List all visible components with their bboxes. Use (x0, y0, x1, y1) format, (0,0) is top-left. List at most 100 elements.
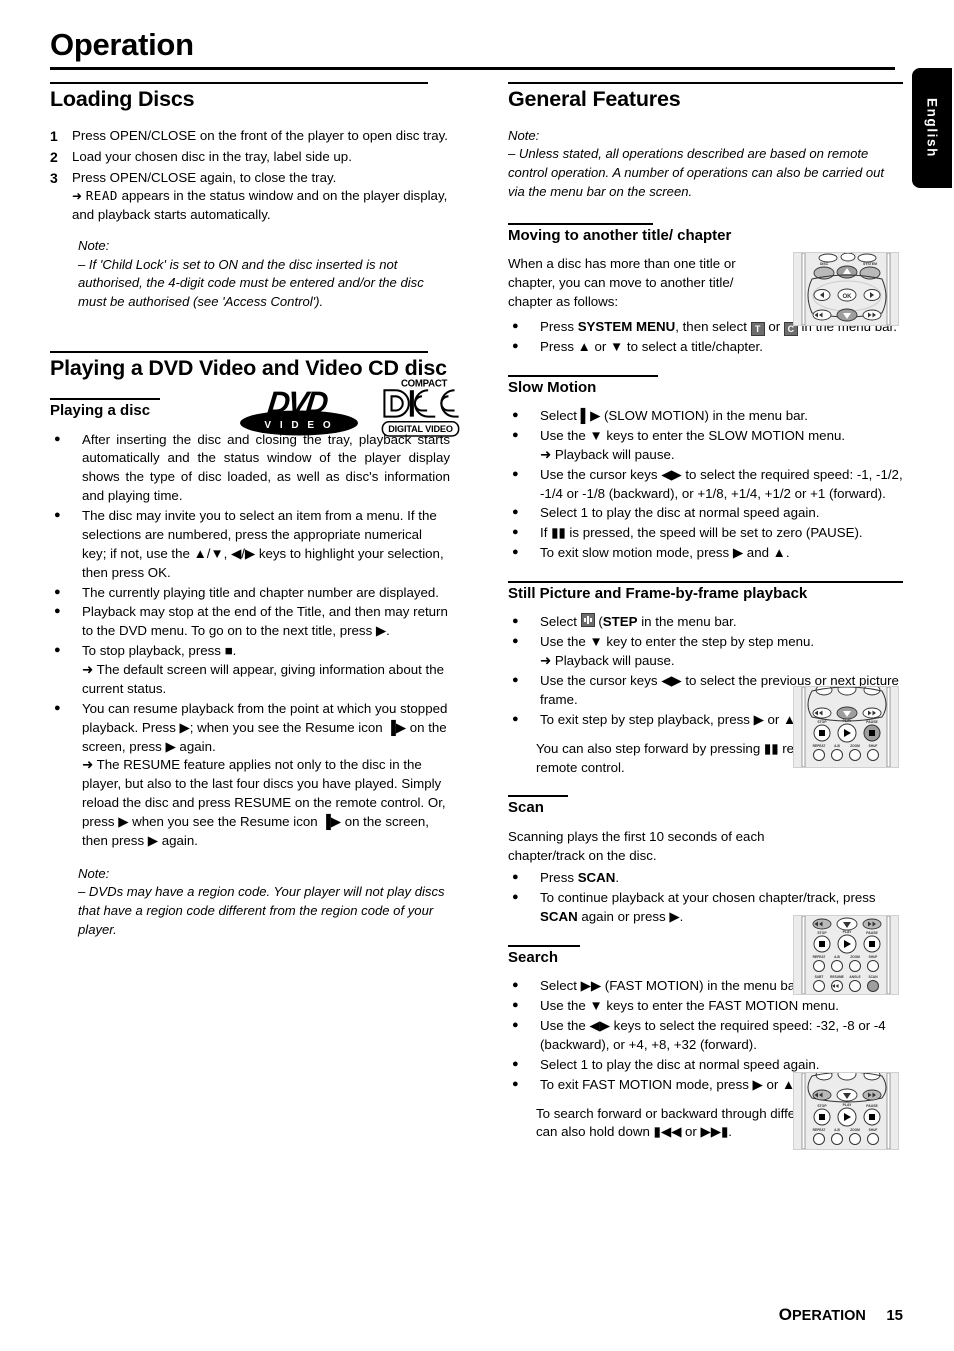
bullet-text: Select (STEP in the menu bar. (540, 613, 737, 630)
svg-text:REPEAT: REPEAT (813, 955, 826, 959)
svg-text:REPEAT: REPEAT (813, 744, 826, 748)
remote-control-transport-image: STOP PLAY PAUSE REPEAT A-B ZOOM SHUF (793, 686, 899, 768)
list-item: 3 Press OPEN/CLOSE again, to close the t… (50, 169, 450, 226)
bullet-label: You can resume playback from the point a… (82, 700, 448, 754)
bullet-text: You can resume playback from the point a… (82, 700, 450, 851)
page-number: 15 (886, 1307, 903, 1324)
svg-text:PLAY: PLAY (843, 1103, 852, 1107)
list-item: ● Use the ▼ keys to enter the FAST MOTIO… (508, 997, 903, 1016)
bullet-icon: ● (512, 506, 519, 519)
disc-format-logos: V I D E O DVD COMPACT DIGITAL VIDEO (238, 379, 460, 452)
bullet-suffix: . (615, 870, 620, 886)
bullet-icon: ● (54, 509, 61, 522)
playing-a-disc-bullets: ● After inserting the disc and closing t… (50, 431, 450, 851)
language-tab: English (912, 68, 952, 188)
bullet-text: Select 1 to play the disc at normal spee… (540, 505, 820, 521)
step-label: STEP (602, 614, 638, 630)
svg-text:PAUSE: PAUSE (866, 1104, 878, 1108)
bullet-icon: ● (512, 320, 519, 333)
bullet-result-text: ➜ Playback will pause. (540, 446, 675, 462)
loading-discs-note: Note: – If 'Child Lock' is set to ON and… (78, 237, 450, 311)
left-column: Loading Discs 1 Press OPEN/CLOSE on the … (50, 82, 450, 945)
svg-text:ZOOM: ZOOM (850, 955, 860, 959)
svg-text:ZOOM: ZOOM (850, 1128, 860, 1132)
scan-intro: Scanning plays the first 10 seconds of e… (508, 828, 765, 863)
moving-title-intro: When a disc has more than one title or c… (508, 256, 736, 310)
bullet-icon: ● (54, 585, 61, 598)
svg-text:COMPACT: COMPACT (401, 379, 448, 390)
bullet-label: Use the ▼ key to enter the step by step … (540, 634, 815, 650)
scan-label: SCAN (540, 909, 578, 925)
bullet-icon: ● (512, 674, 519, 686)
svg-text:DISC: DISC (820, 262, 829, 266)
bullet-icon: ● (512, 635, 519, 648)
bullet-result-text: ➜ The RESUME feature applies not only to… (82, 757, 446, 848)
list-item: ● Select ▌▶ (SLOW MOTION) in the menu ba… (508, 407, 903, 426)
bullet-text: To stop playback, press ■. ➜ The default… (82, 642, 450, 699)
moving-title-title: Moving to another title/ chapter (508, 227, 732, 245)
bullet-icon: ● (512, 546, 519, 559)
bullet-icon: ● (512, 339, 519, 352)
bullet-icon: ● (512, 1077, 519, 1090)
remote-control-search-image: STOP PLAY PAUSE REPEAT A-B ZOOM SHUF (793, 1072, 899, 1150)
subsection-slow-motion-heading: Slow Motion (508, 374, 903, 397)
svg-text:SHUF: SHUF (869, 1128, 878, 1132)
step-text-label: Press OPEN/CLOSE again, to close the tra… (72, 169, 337, 185)
title-menu-icon: T (750, 322, 765, 337)
slow-motion-title: Slow Motion (508, 378, 597, 396)
heading-rule (50, 351, 428, 354)
step-text: Press OPEN/CLOSE again, to close the tra… (72, 169, 450, 226)
step-menu-icon (580, 613, 595, 628)
svg-text:ZOOM: ZOOM (850, 744, 860, 748)
bullet-suffix: in the menu bar. (637, 614, 737, 630)
svg-text:REPEAT: REPEAT (813, 1128, 826, 1132)
list-item: 1 Press OPEN/CLOSE on the front of the p… (50, 127, 450, 147)
page-title: Operation (50, 27, 194, 62)
header-divider (50, 67, 895, 71)
bullet-icon: ● (512, 615, 519, 628)
svg-text:SHUF: SHUF (869, 744, 878, 748)
list-item: ● Use the ▼ keys to enter the SLOW MOTIO… (508, 427, 903, 465)
scan-label: SCAN (577, 870, 616, 886)
list-item: ● You can resume playback from the point… (50, 700, 450, 851)
remote-control-cursor-pad-image: OK DISC SYSTEM (793, 252, 899, 326)
bullet-icon: ● (512, 428, 519, 441)
heading-rule (508, 945, 580, 948)
svg-text:RESUME: RESUME (830, 975, 844, 979)
bullet-text: Use the cursor keys ◀▶ to select the req… (540, 466, 903, 501)
bullet-text: To exit slow motion mode, press ▶ and ▲. (540, 545, 790, 561)
bullet-text: The currently playing title and chapter … (82, 584, 439, 600)
list-item: ● Select 1 to play the disc at normal sp… (508, 504, 903, 523)
loading-discs-title: Loading Discs (50, 87, 195, 111)
footer-section-cap: O (778, 1305, 792, 1324)
bullet-icon: ● (54, 605, 61, 618)
step-number: 3 (50, 169, 58, 186)
note-text: – If 'Child Lock' is set to ON and the d… (78, 256, 424, 309)
section-general-features-heading: General Features (508, 82, 903, 113)
bullet-icon: ● (512, 1057, 519, 1070)
note-text: – Unless stated, all operations describe… (508, 146, 885, 199)
list-item: ● If ▮▮ is pressed, the speed will be se… (508, 524, 903, 543)
list-item: ● The currently playing title and chapte… (50, 584, 450, 603)
still-picture-title: Still Picture and Frame-by-frame playbac… (508, 585, 808, 603)
bullet-text: If ▮▮ is pressed, the speed will be set … (540, 525, 863, 541)
note-label: Note: (508, 127, 540, 143)
subsection-still-picture-heading: Still Picture and Frame-by-frame playbac… (508, 581, 903, 603)
list-item: ● Select (STEP in the menu bar. (508, 613, 903, 632)
bullet-prefix: Select (540, 614, 581, 630)
svg-text:V I D E O: V I D E O (264, 420, 333, 431)
loading-discs-steps: 1 Press OPEN/CLOSE on the front of the p… (50, 127, 450, 225)
manual-page: Operation English Loading Discs 1 Press … (0, 0, 954, 1351)
footer-section-label: OPERATION (778, 1305, 866, 1324)
list-item: ● To stop playback, press ■. ➜ The defau… (50, 642, 450, 699)
bullet-result-text: ➜ Playback will pause. (540, 653, 675, 669)
region-code-note: Note: – DVDs may have a region code. You… (78, 865, 450, 939)
footer-section-rest: PERATION (792, 1308, 866, 1324)
svg-text:DIGITAL VIDEO: DIGITAL VIDEO (388, 424, 453, 434)
lcd-read-text: READ (85, 188, 118, 204)
bullet-text: Use the ▼ keys to enter the SLOW MOTION … (540, 427, 903, 465)
subsection-moving-title-heading: Moving to another title/ chapter (508, 223, 903, 245)
bullet-text: Use the ◀▶ keys to select the required s… (540, 1018, 886, 1052)
bullet-icon: ● (54, 701, 61, 714)
bullet-text: Playback may stop at the end of the Titl… (82, 604, 448, 639)
